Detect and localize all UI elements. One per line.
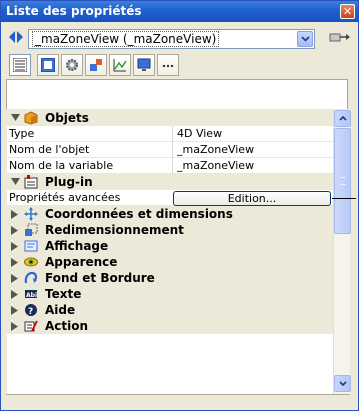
- monitor-icon: [137, 58, 151, 71]
- text-icon: Abi: [25, 290, 37, 299]
- property-list: Objets Type 4D View Nom de l'objet _maZo…: [7, 110, 333, 394]
- chevron-down-icon: [339, 381, 347, 386]
- display-icon: [24, 240, 38, 252]
- prop-value[interactable]: _maZoneView: [177, 158, 254, 174]
- group-label: Aide: [45, 303, 76, 317]
- tab-chart[interactable]: [109, 54, 131, 76]
- prop-name: Nom de la variable: [9, 159, 114, 172]
- cube-icon: [24, 111, 38, 125]
- object-select[interactable]: _maZoneView (_maZoneView): [28, 29, 315, 49]
- group-texte[interactable]: Abi Texte: [7, 286, 333, 302]
- group-label: Affichage: [45, 239, 109, 253]
- prop-row-type[interactable]: Type 4D View: [7, 126, 333, 142]
- move-arrows-icon: [24, 207, 38, 221]
- expanded-arrow-icon[interactable]: [11, 114, 20, 122]
- group-label: Fond et Bordure: [45, 271, 155, 285]
- column-divider: [172, 142, 173, 158]
- column-divider: [172, 158, 173, 174]
- chevron-down-icon[interactable]: [297, 31, 313, 47]
- tab-shapes[interactable]: [85, 54, 107, 76]
- group-label: Objets: [45, 111, 89, 125]
- scroll-down-button[interactable]: [334, 375, 351, 392]
- tab-settings[interactable]: [61, 54, 83, 76]
- tab-form[interactable]: [37, 54, 59, 76]
- collapsed-arrow-icon[interactable]: [11, 306, 19, 315]
- expanded-arrow-icon[interactable]: [11, 178, 20, 186]
- chevron-up-icon: [339, 116, 347, 121]
- form-icon: [41, 58, 55, 72]
- prop-row-nom-objet[interactable]: Nom de l'objet _maZoneView: [7, 142, 333, 158]
- group-fond[interactable]: Fond et Bordure: [7, 270, 333, 286]
- plugin-icon: [24, 175, 38, 189]
- tab-panel: [6, 79, 348, 109]
- collapsed-arrow-icon[interactable]: [11, 290, 19, 299]
- object-select-value: _maZoneView (_maZoneView): [32, 31, 220, 47]
- status-bar: [6, 394, 350, 406]
- tab-list[interactable]: [9, 54, 31, 76]
- chart-icon: [113, 59, 127, 72]
- shapes-icon: [90, 59, 102, 71]
- property-list-window: Liste des propriétés ✕ _maZoneView (_maZ…: [0, 0, 359, 411]
- object-selector-row: _maZoneView (_maZoneView): [1, 22, 358, 52]
- group-label: Redimensionnement: [45, 223, 184, 237]
- eye-icon: [24, 257, 38, 267]
- more-icon: [162, 64, 174, 68]
- group-label: Coordonnées et dimensions: [45, 207, 233, 221]
- svg-text:?: ?: [28, 307, 33, 317]
- collapsed-arrow-icon[interactable]: [11, 322, 19, 331]
- prop-name: Type: [9, 127, 35, 140]
- scroll-up-button[interactable]: [334, 110, 351, 127]
- collapsed-arrow-icon[interactable]: [11, 210, 19, 219]
- collapsed-arrow-icon[interactable]: [11, 226, 19, 235]
- group-affichage[interactable]: Affichage: [7, 238, 333, 254]
- resize-icon: [25, 223, 38, 236]
- prop-name: Nom de l'objet: [9, 143, 90, 156]
- collapsed-arrow-icon[interactable]: [11, 258, 19, 267]
- collapsed-arrow-icon[interactable]: [11, 274, 19, 283]
- group-redimensionnement[interactable]: Redimensionnement: [7, 222, 333, 238]
- callout-line: [332, 198, 356, 199]
- border-icon: [24, 271, 38, 284]
- group-action[interactable]: Action: [7, 318, 333, 334]
- group-coordonnees[interactable]: Coordonnées et dimensions: [7, 206, 333, 222]
- prop-value: 4D View: [177, 127, 223, 140]
- group-label: Action: [45, 319, 89, 333]
- title-bar: Liste des propriétés ✕: [1, 1, 358, 22]
- link-tool-icon[interactable]: [329, 31, 351, 45]
- prop-row-proprietes-avancees[interactable]: Propriétés avancées Edition...: [7, 190, 333, 206]
- group-plugin[interactable]: Plug-in: [7, 174, 333, 190]
- column-divider: [172, 126, 173, 142]
- gear-icon: [66, 59, 78, 71]
- group-label: Plug-in: [45, 175, 93, 189]
- group-apparence[interactable]: Apparence: [7, 254, 333, 270]
- list-icon: [13, 58, 27, 72]
- prop-row-nom-variable[interactable]: Nom de la variable _maZoneView: [7, 158, 333, 174]
- group-objets[interactable]: Objets: [7, 110, 333, 126]
- window-title: Liste des propriétés: [6, 4, 142, 18]
- navigate-arrows-icon[interactable]: [9, 31, 23, 43]
- vertical-scrollbar[interactable]: [333, 110, 351, 394]
- tab-monitor[interactable]: [133, 54, 155, 76]
- close-button[interactable]: ✕: [340, 4, 355, 19]
- prop-value[interactable]: _maZoneView: [177, 142, 254, 158]
- svg-text:Abi: Abi: [26, 292, 37, 299]
- action-icon: [24, 320, 38, 332]
- help-icon: ?: [25, 304, 37, 317]
- scroll-thumb[interactable]: [334, 128, 351, 234]
- group-label: Apparence: [45, 255, 118, 269]
- group-aide[interactable]: ? Aide: [7, 302, 333, 318]
- edition-button[interactable]: Edition...: [173, 191, 331, 206]
- group-label: Texte: [45, 287, 82, 301]
- collapsed-arrow-icon[interactable]: [11, 242, 19, 251]
- tab-more[interactable]: [157, 54, 179, 76]
- prop-name: Propriétés avancées: [9, 191, 121, 204]
- scroll-grip: [340, 177, 346, 185]
